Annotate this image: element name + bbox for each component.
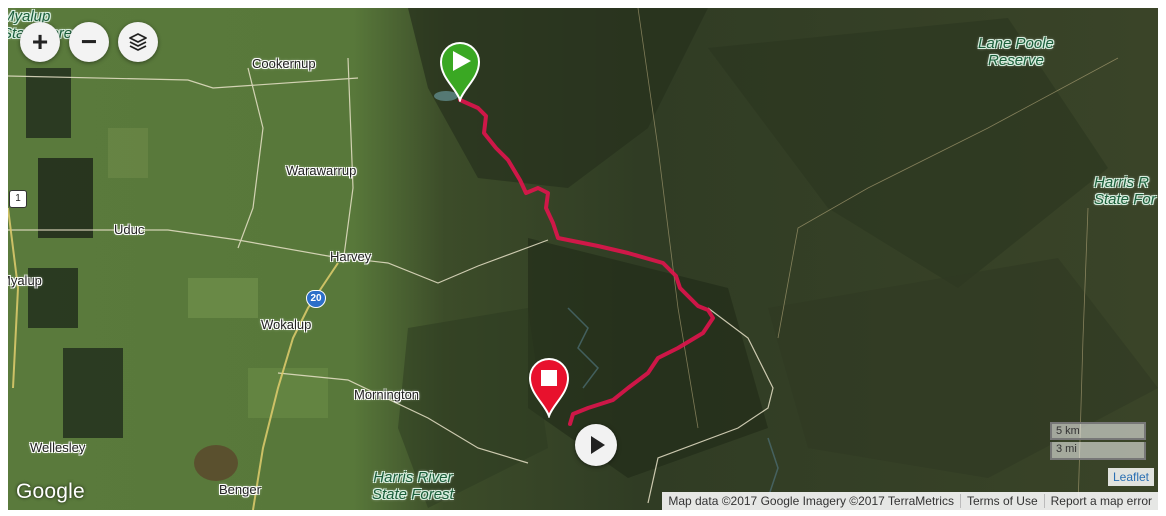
place-label-lane-poole-reserve: Lane Poole Reserve <box>978 35 1054 69</box>
play-icon <box>591 436 605 454</box>
place-label-harris-range-forest: Harris R State For <box>1094 174 1156 208</box>
scale-bar-imperial: 3 mi <box>1050 442 1146 460</box>
google-logo: Google <box>16 480 85 503</box>
zoom-out-button[interactable]: − <box>69 22 109 62</box>
attribution-bar: Map data ©2017 Google Imagery ©2017 Terr… <box>662 492 1158 510</box>
place-label-wokalup: Wokalup <box>261 317 312 332</box>
place-label-myalup: Myalup <box>8 273 42 288</box>
road-shield-1: 1 <box>9 190 27 208</box>
layers-icon <box>129 33 147 51</box>
place-label-wellesley: Wellesley <box>30 440 86 455</box>
place-label-cookernup: Cookernup <box>252 56 316 71</box>
place-label-harvey: Harvey <box>330 249 372 264</box>
leaflet-link[interactable]: Leaflet <box>1107 468 1154 486</box>
place-label-uduc: Uduc <box>114 222 145 237</box>
map-canvas[interactable]: Myalup State Forest Cookernup Lane Poole… <box>8 8 1158 510</box>
start-marker[interactable] <box>438 40 482 102</box>
scale-bar-metric: 5 km <box>1050 422 1146 440</box>
report-map-error-link[interactable]: Report a map error <box>1045 494 1158 508</box>
terms-of-use-link[interactable]: Terms of Use <box>961 494 1044 508</box>
layers-button[interactable] <box>118 22 158 62</box>
stop-square-icon <box>541 370 557 386</box>
end-marker[interactable] <box>527 356 571 418</box>
route-playback-button[interactable] <box>575 424 617 466</box>
place-label-harris-river-state-forest: Harris River State Forest <box>372 469 454 503</box>
zoom-in-button[interactable]: + <box>20 22 60 62</box>
place-label-benger: Benger <box>219 482 261 497</box>
map-data-attribution: Map data ©2017 Google Imagery ©2017 Terr… <box>668 494 954 508</box>
place-label-warawarrup: Warawarrup <box>286 163 357 178</box>
place-label-mornington: Mornington <box>354 387 420 402</box>
